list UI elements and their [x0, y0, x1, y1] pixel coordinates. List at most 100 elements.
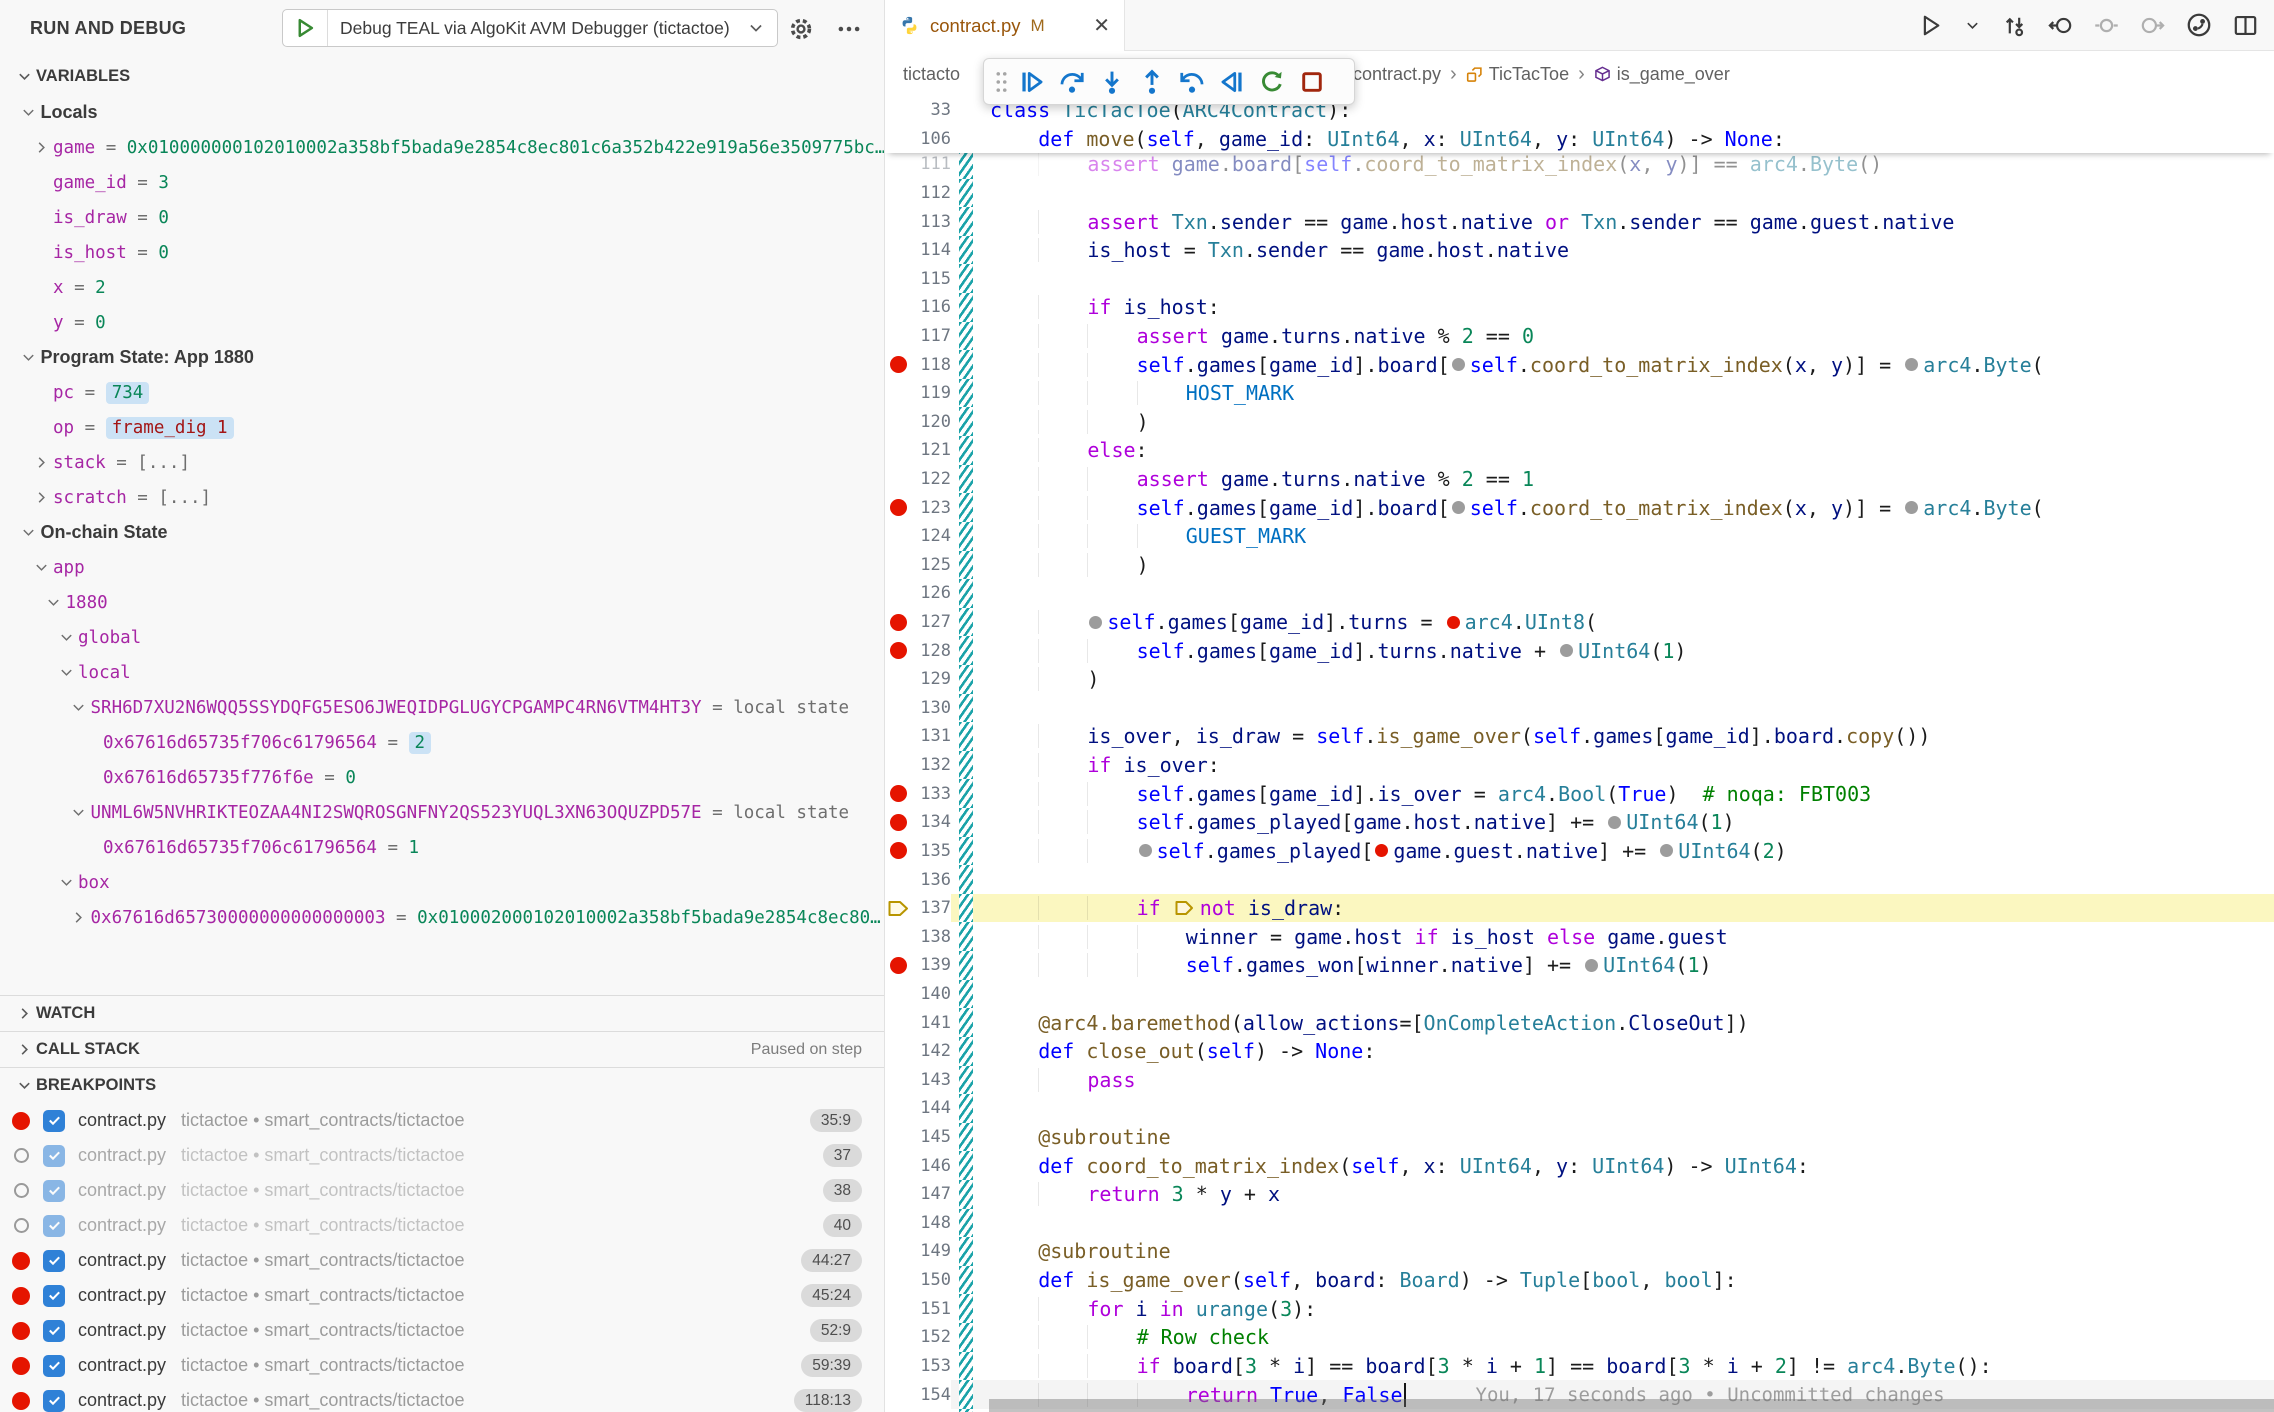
- breadcrumb-class[interactable]: TicTacToe: [1466, 64, 1569, 85]
- line-number[interactable]: 141: [911, 1013, 951, 1033]
- line-number[interactable]: 116: [911, 297, 951, 317]
- gutter[interactable]: [885, 900, 911, 917]
- code-line-136[interactable]: 136: [885, 865, 2274, 894]
- code-line-152[interactable]: 152# Row check: [885, 1323, 2274, 1352]
- breakpoint-row[interactable]: contract.pytictactoe • smart_contracts/t…: [0, 1313, 884, 1348]
- code-line-111[interactable]: 111assert game.board[self.coord_to_matri…: [885, 150, 2274, 179]
- line-number[interactable]: 144: [911, 1098, 951, 1118]
- line-number[interactable]: 33: [911, 100, 951, 120]
- code-line-115[interactable]: 115: [885, 264, 2274, 293]
- code-line-146[interactable]: 146def coord_to_matrix_index(self, x: UI…: [885, 1151, 2274, 1180]
- breakpoint-row[interactable]: contract.pytictactoe • smart_contracts/t…: [0, 1383, 884, 1412]
- code-line-133[interactable]: 133self.games[game_id].is_over = arc4.Bo…: [885, 779, 2274, 808]
- breakpoint-row[interactable]: contract.pytictactoe • smart_contracts/t…: [0, 1173, 884, 1208]
- gutter[interactable]: [885, 614, 911, 631]
- line-number[interactable]: 132: [911, 755, 951, 775]
- code-line-114[interactable]: 114is_host = Txn.sender == game.host.nat…: [885, 236, 2274, 265]
- line-number[interactable]: 120: [911, 412, 951, 432]
- line-number[interactable]: 126: [911, 583, 951, 603]
- line-number[interactable]: 117: [911, 326, 951, 346]
- variable-row[interactable]: is_host = 0: [0, 235, 884, 270]
- line-number[interactable]: 124: [911, 526, 951, 546]
- code-line-144[interactable]: 144: [885, 1094, 2274, 1123]
- line-number[interactable]: 131: [911, 726, 951, 746]
- line-number[interactable]: 128: [911, 641, 951, 661]
- line-number[interactable]: 123: [911, 498, 951, 518]
- gutter[interactable]: [885, 842, 911, 859]
- code-line-121[interactable]: 121else:: [885, 436, 2274, 465]
- breakpoints-section-header[interactable]: BREAKPOINTS: [0, 1067, 884, 1103]
- gutter[interactable]: [885, 957, 911, 974]
- sticky-line-106[interactable]: 106def move(self, game_id: UInt64, x: UI…: [885, 125, 2274, 154]
- breakpoint-gutter-icon[interactable]: [890, 356, 907, 373]
- stop-button[interactable]: [1292, 62, 1332, 102]
- code-line-128[interactable]: 128self.games[game_id].turns.native + UI…: [885, 636, 2274, 665]
- variable-row[interactable]: y = 0: [0, 305, 884, 340]
- code-line-125[interactable]: 125): [885, 551, 2274, 580]
- code-line-124[interactable]: 124GUEST_MARK: [885, 522, 2274, 551]
- line-number[interactable]: 111: [911, 154, 951, 174]
- variable-row[interactable]: scratch = [...]: [0, 480, 884, 515]
- current-line-gutter-icon[interactable]: [888, 900, 909, 917]
- line-number[interactable]: 143: [911, 1070, 951, 1090]
- variable-row[interactable]: op = frame_dig 1: [0, 410, 884, 445]
- close-icon[interactable]: ✕: [1093, 16, 1110, 36]
- variable-row[interactable]: 0x67616d65735f706c61796564 = 1: [0, 830, 884, 865]
- breakpoint-gutter-icon[interactable]: [890, 499, 907, 516]
- restart-button[interactable]: [1252, 62, 1292, 102]
- code-line-138[interactable]: 138winner = game.host if is_host else ga…: [885, 922, 2274, 951]
- breakpoint-row[interactable]: contract.pytictactoe • smart_contracts/t…: [0, 1278, 884, 1313]
- line-number[interactable]: 145: [911, 1127, 951, 1147]
- inline-breakpoint-icon[interactable]: [1375, 844, 1388, 857]
- line-number[interactable]: 112: [911, 183, 951, 203]
- gutter[interactable]: [885, 785, 911, 802]
- line-number[interactable]: 148: [911, 1213, 951, 1233]
- line-number[interactable]: 127: [911, 612, 951, 632]
- line-number[interactable]: 115: [911, 269, 951, 289]
- variable-row[interactable]: game = 0x010000000102010002a358bf5bada9e…: [0, 130, 884, 165]
- horizontal-scrollbar[interactable]: [989, 1399, 2274, 1412]
- breakpoint-row[interactable]: contract.pytictactoe • smart_contracts/t…: [0, 1103, 884, 1138]
- watch-section-header[interactable]: WATCH: [0, 995, 884, 1031]
- code-line-150[interactable]: 150def is_game_over(self, board: Board) …: [885, 1266, 2274, 1295]
- breakpoint-checkbox[interactable]: [43, 1145, 65, 1167]
- variable-row[interactable]: x = 2: [0, 270, 884, 305]
- code-line-137[interactable]: 137if not is_draw:: [885, 894, 2274, 923]
- variable-row[interactable]: stack = [...]: [0, 445, 884, 480]
- breakpoint-gutter-icon[interactable]: [890, 642, 907, 659]
- variable-row[interactable]: 0x67616d65735f706c61796564 = 2: [0, 725, 884, 760]
- line-number[interactable]: 122: [911, 469, 951, 489]
- breadcrumb-file[interactable]: contract.py: [1353, 64, 1441, 85]
- tab-contract-py[interactable]: contract.py M ✕: [885, 0, 1125, 51]
- code-line-141[interactable]: 141@arc4.baremethod(allow_actions=[OnCom…: [885, 1008, 2274, 1037]
- reverse-continue-button[interactable]: [1212, 62, 1252, 102]
- breakpoint-checkbox[interactable]: [43, 1250, 65, 1272]
- variables-section-header[interactable]: VARIABLES: [0, 57, 884, 95]
- step-over-button[interactable]: [1052, 62, 1092, 102]
- line-number[interactable]: 154: [911, 1385, 951, 1405]
- inline-breakpoint-candidate-icon[interactable]: [1905, 358, 1918, 371]
- line-number[interactable]: 139: [911, 955, 951, 975]
- code-line-113[interactable]: 113assert Txn.sender == game.host.native…: [885, 207, 2274, 236]
- run-dropdown-chevron[interactable]: [1964, 17, 1981, 34]
- scope-row[interactable]: On-chain State: [0, 515, 884, 550]
- variable-row[interactable]: 0x67616d65735f776f6e = 0: [0, 760, 884, 795]
- line-number[interactable]: 151: [911, 1299, 951, 1319]
- breakpoint-checkbox[interactable]: [43, 1355, 65, 1377]
- line-number[interactable]: 140: [911, 984, 951, 1004]
- debug-config-dropdown[interactable]: Debug TEAL via AlgoKit AVM Debugger (tic…: [282, 9, 778, 47]
- code-line-120[interactable]: 120): [885, 407, 2274, 436]
- gutter[interactable]: [885, 814, 911, 831]
- line-number[interactable]: 134: [911, 812, 951, 832]
- gear-icon[interactable]: [788, 16, 814, 42]
- variable-row[interactable]: box: [0, 865, 884, 900]
- line-number[interactable]: 138: [911, 927, 951, 947]
- inline-breakpoint-candidate-icon[interactable]: [1452, 501, 1465, 514]
- breakpoint-gutter-icon[interactable]: [890, 814, 907, 831]
- code-line-147[interactable]: 147return 3 * y + x: [885, 1180, 2274, 1209]
- code-line-126[interactable]: 126: [885, 579, 2274, 608]
- run-button[interactable]: [1918, 13, 1943, 38]
- breakpoint-checkbox[interactable]: [43, 1215, 65, 1237]
- line-number[interactable]: 147: [911, 1184, 951, 1204]
- continue-button[interactable]: [1012, 62, 1052, 102]
